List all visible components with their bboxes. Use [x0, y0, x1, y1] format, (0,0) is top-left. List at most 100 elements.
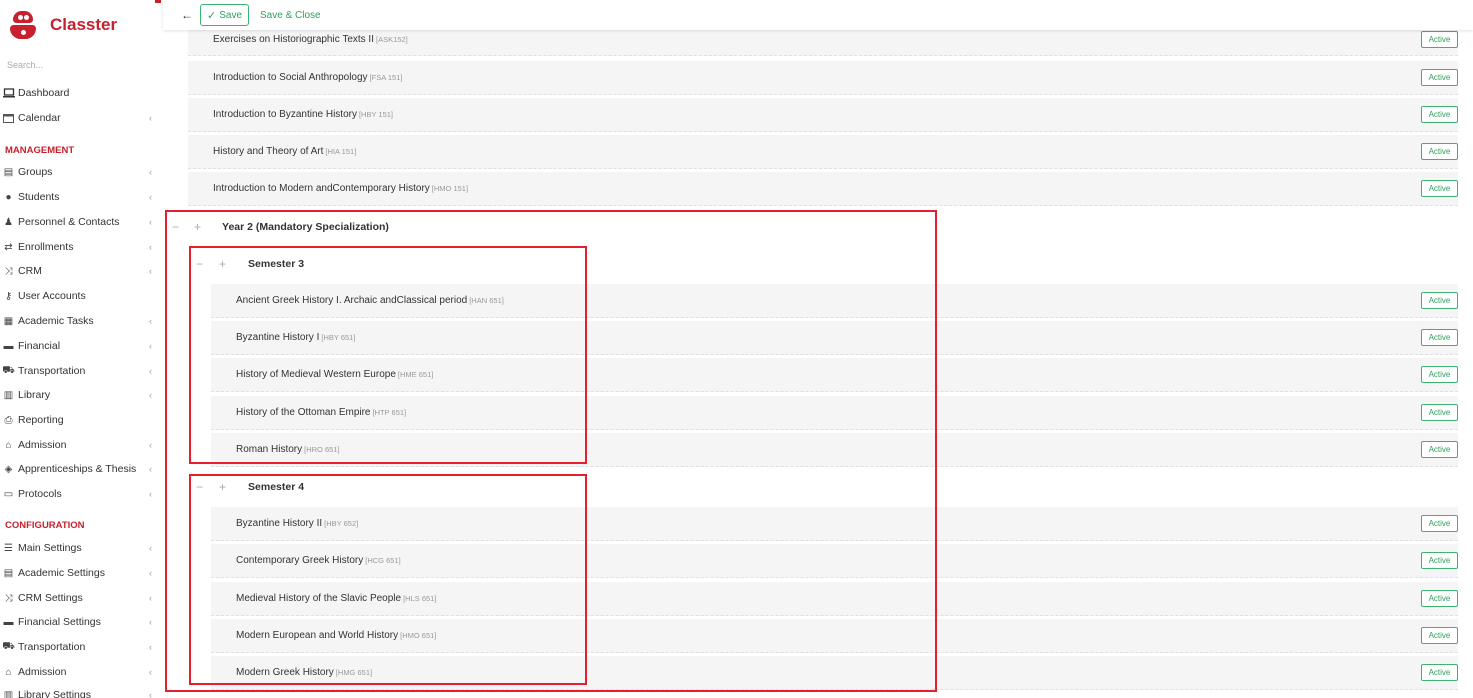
- status-badge[interactable]: Active: [1421, 441, 1458, 458]
- chevron-left-icon: ‹: [149, 390, 152, 400]
- status-badge[interactable]: Active: [1421, 404, 1458, 421]
- sidebar-item-label: Apprenticeships & Thesis: [18, 463, 137, 475]
- status-badge[interactable]: Active: [1421, 552, 1458, 569]
- sidebar-item-label: Academic Tasks: [18, 315, 94, 327]
- status-badge[interactable]: Active: [1421, 590, 1458, 607]
- chevron-left-icon: ‹: [149, 440, 152, 450]
- sidebar-item-label: Enrollments: [18, 241, 74, 253]
- chevron-left-icon: ‹: [149, 217, 152, 227]
- sidebar-item-label: User Accounts: [18, 290, 86, 302]
- sidebar-item-main-settings[interactable]: ☰ Main Settings ‹: [0, 537, 158, 559]
- sidebar-item-transportation[interactable]: ⛟ Transportation ‹: [0, 360, 158, 382]
- groups-icon: ▤: [3, 166, 14, 178]
- app-logo[interactable]: Classter: [10, 10, 117, 40]
- sidebar-item-label: CRM: [18, 265, 42, 277]
- check-icon: ✓: [207, 9, 217, 22]
- table-row[interactable]: Introduction to Byzantine History [HBY 1…: [188, 98, 1458, 132]
- groups-icon: ▤: [3, 567, 14, 579]
- chevron-left-icon: ‹: [149, 568, 152, 578]
- sidebar-item-apprenticeships[interactable]: ◈ Apprenticeships & Thesis ‹: [0, 458, 158, 480]
- chevron-left-icon: ‹: [149, 464, 152, 474]
- bus-icon: ⛟: [2, 364, 15, 376]
- institution-icon: ⌂: [5, 439, 12, 451]
- chevron-left-icon: ‹: [149, 192, 152, 202]
- status-badge[interactable]: Active: [1421, 366, 1458, 383]
- chevron-left-icon: ‹: [149, 690, 152, 698]
- person-icon: ♟: [4, 216, 13, 228]
- sidebar-item-label: Library: [18, 389, 51, 401]
- key-icon: ⚷: [4, 290, 13, 302]
- status-badge[interactable]: Active: [1421, 180, 1458, 197]
- sidebar-item-crm[interactable]: ⤨ CRM ‹: [0, 260, 158, 282]
- course-code: [HIA 151]: [325, 147, 357, 156]
- chevron-left-icon: ‹: [149, 617, 152, 627]
- chevron-left-icon: ‹: [149, 366, 152, 376]
- sidebar-item-admission[interactable]: ⌂ Admission ‹: [0, 434, 158, 456]
- table-row[interactable]: History and Theory of Art [HIA 151] Acti…: [188, 135, 1458, 169]
- chevron-left-icon: ‹: [149, 266, 152, 276]
- course-code: [ASK152]: [376, 35, 408, 44]
- books-icon: ▥: [3, 389, 14, 401]
- sidebar-item-label: Groups: [18, 166, 53, 178]
- save-close-button[interactable]: Save & Close: [260, 10, 321, 21]
- books-icon: ▥: [3, 689, 14, 698]
- sidebar-item-label: Financial: [18, 340, 61, 352]
- graduation-icon: ◈: [4, 463, 13, 475]
- app-name: Classter: [50, 15, 118, 34]
- sidebar-item-students[interactable]: ● Students ‹: [0, 186, 158, 208]
- save-button[interactable]: ✓ Save: [200, 4, 250, 26]
- sidebar-item-calendar[interactable]: Calendar ‹: [0, 107, 158, 129]
- protocols-icon: ▭: [3, 488, 14, 500]
- status-badge[interactable]: Active: [1421, 329, 1458, 346]
- chevron-left-icon: ‹: [149, 242, 152, 252]
- sidebar-item-personnel[interactable]: ♟ Personnel & Contacts ‹: [0, 211, 158, 233]
- semester4-highlight-box: [189, 474, 587, 685]
- course-code: [HMO 151]: [431, 184, 469, 193]
- sidebar-item-transportation-settings[interactable]: ⛟ Transportation ‹: [0, 636, 158, 658]
- status-badge[interactable]: Active: [1421, 31, 1458, 48]
- sidebar-item-financial[interactable]: ▬ Financial ‹: [0, 335, 158, 357]
- table-row[interactable]: Introduction to Social Anthropology [FSA…: [188, 61, 1458, 95]
- sidebar-item-library[interactable]: ▥ Library ‹: [0, 384, 158, 406]
- sidebar-item-label: Academic Settings: [18, 567, 105, 579]
- sidebar-item-enrollments[interactable]: ⇄ Enrollments ‹: [0, 236, 158, 258]
- sidebar-item-financial-settings[interactable]: ▬ Financial Settings ‹: [0, 611, 158, 633]
- exchange-icon: ⇄: [4, 241, 13, 253]
- sidebar-item-label: CRM Settings: [18, 592, 83, 604]
- sidebar-item-academic-settings[interactable]: ▤ Academic Settings ‹: [0, 562, 158, 584]
- status-badge[interactable]: Active: [1421, 664, 1458, 681]
- sidebar-item-label: Protocols: [18, 488, 62, 500]
- course-code: [HBY 151]: [358, 110, 394, 119]
- status-badge[interactable]: Active: [1421, 106, 1458, 123]
- table-row[interactable]: Introduction to Modern andContemporary H…: [188, 172, 1458, 206]
- status-badge[interactable]: Active: [1421, 69, 1458, 86]
- chevron-left-icon: ‹: [149, 113, 152, 123]
- sidebar-item-label: Personnel & Contacts: [18, 216, 120, 228]
- chevron-left-icon: ‹: [149, 642, 152, 652]
- sidebar: Classter Search... Dashboard Calendar ‹ …: [0, 0, 158, 698]
- status-badge[interactable]: Active: [1421, 292, 1458, 309]
- status-badge[interactable]: Active: [1421, 143, 1458, 160]
- save-label: Save: [219, 9, 243, 21]
- sidebar-item-groups[interactable]: ▤ Groups ‹: [0, 161, 158, 183]
- back-arrow-icon[interactable]: ←: [181, 8, 193, 22]
- sidebar-item-label: Main Settings: [18, 542, 82, 554]
- sidebar-item-label: Admission: [18, 666, 67, 678]
- status-badge[interactable]: Active: [1421, 515, 1458, 532]
- sidebar-item-library-settings[interactable]: ▥ Library Settings ‹: [0, 684, 158, 698]
- sidebar-item-label: Financial Settings: [18, 616, 101, 628]
- sidebar-item-protocols[interactable]: ▭ Protocols ‹: [0, 483, 158, 505]
- sidebar-item-crm-settings[interactable]: ⤨ CRM Settings ‹: [0, 587, 158, 609]
- sidebar-item-label: Admission: [18, 439, 67, 451]
- search-input[interactable]: Search...: [7, 60, 43, 70]
- chevron-left-icon: ‹: [149, 667, 152, 677]
- sidebar-item-academic-tasks[interactable]: ▦ Academic Tasks ‹: [0, 310, 158, 332]
- sidebar-item-user-accounts[interactable]: ⚷ User Accounts: [0, 285, 158, 307]
- sidebar-item-dashboard[interactable]: Dashboard: [0, 82, 158, 104]
- status-badge[interactable]: Active: [1421, 627, 1458, 644]
- management-heading: MANAGEMENT: [5, 145, 75, 156]
- sidebar-item-admission-settings[interactable]: ⌂ Admission ‹: [0, 661, 158, 683]
- sidebar-item-reporting[interactable]: ⎙ Reporting: [0, 409, 158, 431]
- sliders-icon: ☰: [4, 542, 13, 554]
- sidebar-item-label: Transportation: [18, 365, 86, 377]
